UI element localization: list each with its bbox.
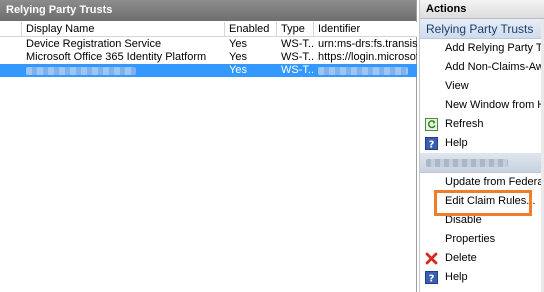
trust-list: Device Registration Service Yes WS-T... … bbox=[0, 38, 417, 77]
actions-title: Actions bbox=[420, 0, 544, 19]
new-window-action[interactable]: New Window from Here bbox=[420, 96, 544, 115]
refresh-action[interactable]: Refresh bbox=[420, 115, 544, 134]
row-identifier-redacted bbox=[314, 64, 417, 77]
row-display-name-redacted bbox=[22, 64, 225, 77]
delete-icon bbox=[425, 252, 438, 265]
table-row[interactable]: Microsoft Office 365 Identity Platform Y… bbox=[0, 51, 417, 64]
row-enabled: Yes bbox=[229, 51, 247, 63]
help-action-trust[interactable]: ? Help bbox=[420, 268, 544, 287]
action-label: Delete bbox=[445, 252, 477, 264]
svg-text:?: ? bbox=[429, 274, 435, 285]
help-icon: ? bbox=[425, 271, 438, 284]
view-action[interactable]: View bbox=[420, 77, 544, 96]
help-icon: ? bbox=[425, 137, 438, 150]
action-label: Properties bbox=[445, 233, 496, 245]
action-label: Add Non-Claims-Aware bbox=[445, 61, 544, 73]
row-identifier: https://login.microsoftonlin bbox=[318, 51, 417, 63]
action-label: Help bbox=[445, 137, 468, 149]
row-type: WS-T... bbox=[281, 38, 314, 50]
action-label: Add Relying Party Trust... bbox=[445, 42, 544, 54]
column-type[interactable]: Type bbox=[277, 22, 314, 37]
table-row[interactable]: Device Registration Service Yes WS-T... … bbox=[0, 38, 417, 51]
add-relying-party-trust-action[interactable]: Add Relying Party Trust... bbox=[420, 39, 544, 58]
action-label: Refresh bbox=[445, 118, 484, 130]
column-display-name[interactable]: Display Name bbox=[22, 22, 225, 37]
delete-action[interactable]: Delete bbox=[420, 249, 544, 268]
section-selected-trust[interactable] bbox=[420, 153, 544, 173]
edit-claim-rules-highlight bbox=[434, 190, 532, 216]
relying-party-trusts-pane: Relying Party Trusts Display Name Enable… bbox=[0, 0, 417, 292]
pane-title: Relying Party Trusts bbox=[0, 0, 416, 21]
properties-action[interactable]: Properties bbox=[420, 230, 544, 249]
row-enabled: Yes bbox=[229, 38, 247, 50]
table-row-selected[interactable]: Yes WS-T... bbox=[0, 64, 417, 77]
section-relying-party-trusts[interactable]: Relying Party Trusts bbox=[420, 19, 544, 39]
column-spacer bbox=[0, 22, 22, 37]
add-non-claims-aware-action[interactable]: Add Non-Claims-Aware bbox=[420, 58, 544, 77]
svg-text:?: ? bbox=[429, 140, 435, 151]
actions-pane: Actions Relying Party Trusts Add Relying… bbox=[419, 0, 544, 292]
row-type: WS-T... bbox=[281, 64, 314, 76]
row-identifier: urn:ms-drs:fs.transishun.co bbox=[318, 38, 417, 50]
column-header-row: Display Name Enabled Type Identifier bbox=[0, 22, 417, 37]
action-label: Update from Federation bbox=[445, 176, 544, 188]
column-enabled[interactable]: Enabled bbox=[225, 22, 277, 37]
refresh-icon bbox=[425, 118, 438, 131]
row-type: WS-T... bbox=[281, 51, 314, 63]
action-label: Help bbox=[445, 271, 468, 283]
action-label: New Window from Here bbox=[445, 99, 544, 111]
action-label: View bbox=[445, 80, 469, 92]
column-identifier[interactable]: Identifier bbox=[314, 22, 417, 37]
row-display-name: Device Registration Service bbox=[26, 38, 162, 50]
help-action[interactable]: ? Help bbox=[420, 134, 544, 153]
row-enabled: Yes bbox=[229, 64, 247, 76]
row-display-name: Microsoft Office 365 Identity Platform bbox=[26, 51, 207, 63]
